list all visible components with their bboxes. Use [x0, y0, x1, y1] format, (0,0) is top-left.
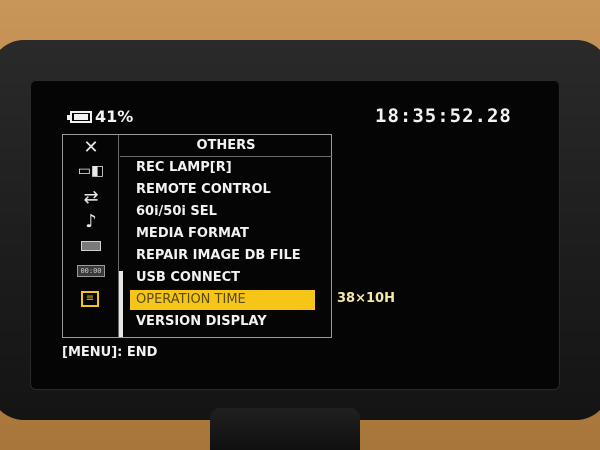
menu-scrollbar[interactable] — [119, 271, 123, 337]
menu-category-column: ✕ ▭◧ ⇄ ♪ 00:00 ≡ — [63, 135, 119, 337]
menu-item-repair-image-db[interactable]: REPAIR IMAGE DB FILE — [130, 246, 330, 266]
timecode-icon[interactable]: 00:00 — [77, 265, 105, 277]
menu-item-usb-connect[interactable]: USB CONNECT — [130, 268, 330, 288]
display-icon[interactable] — [81, 241, 101, 251]
battery-percent: 41% — [95, 107, 134, 126]
audio-icon[interactable]: ♪ — [63, 211, 119, 232]
operation-time-value: 38×10H — [337, 291, 395, 306]
battery-icon — [67, 110, 92, 123]
close-icon[interactable]: ✕ — [63, 137, 119, 158]
menu-item-remote-control[interactable]: REMOTE CONTROL — [130, 180, 330, 200]
menu-item-60i-50i-sel[interactable]: 60i/50i SEL — [130, 202, 330, 222]
transfer-icon[interactable]: ⇄ — [63, 187, 119, 208]
lcd-screen: 41% 18:35:52.28 ✕ ▭◧ ⇄ ♪ 00:00 ≡ OTHERS … — [30, 80, 560, 390]
timecode-display: 18:35:52.28 — [375, 105, 512, 127]
screen-hinge — [210, 408, 360, 450]
battery-indicator: 41% — [67, 107, 134, 126]
menu-item-operation-time[interactable]: OPERATION TIME — [130, 290, 315, 310]
menu-item-media-format[interactable]: MEDIA FORMAT — [130, 224, 330, 244]
menu-item-rec-lamp[interactable]: REC LAMP[R] — [130, 158, 330, 178]
menu-item-version-display[interactable]: VERSION DISPLAY — [130, 312, 330, 332]
others-icon[interactable]: ≡ — [81, 291, 99, 307]
menu-footer-hint: [MENU]: END — [62, 345, 158, 360]
camera-icon[interactable]: ▭◧ — [63, 163, 119, 179]
menu-title: OTHERS — [120, 135, 332, 157]
